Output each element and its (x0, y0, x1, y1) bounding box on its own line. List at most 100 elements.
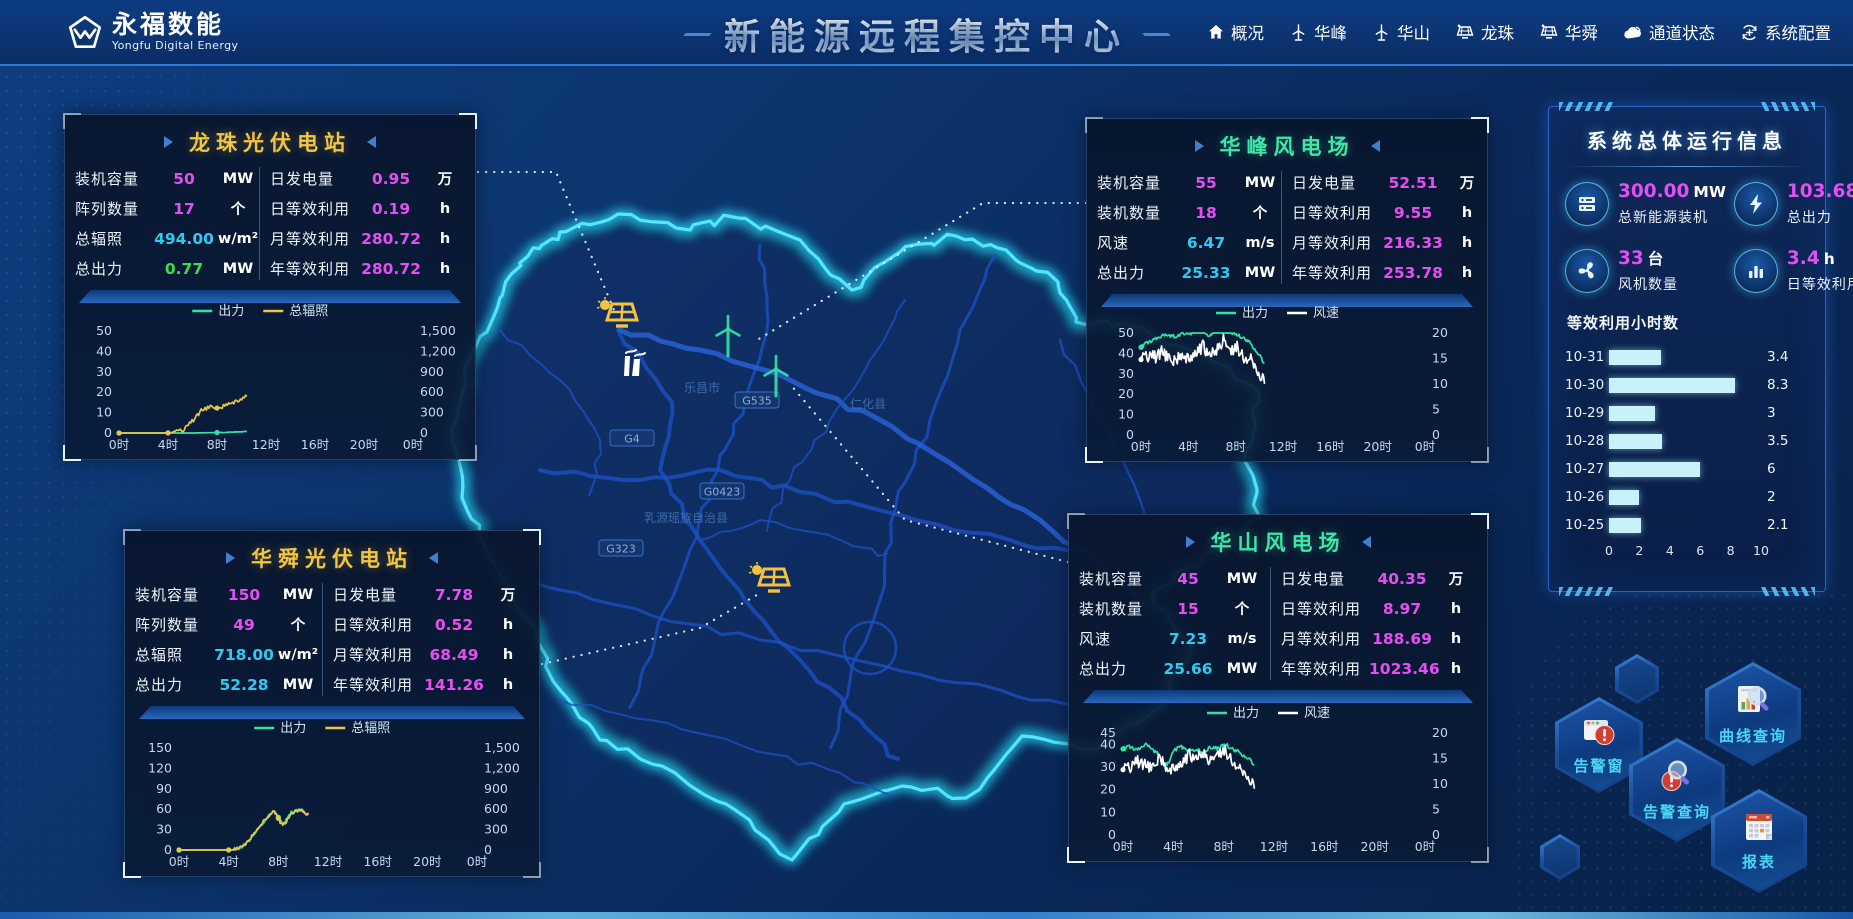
svg-text:20时: 20时 (1363, 439, 1392, 454)
stat-label: 月等效利用 (1281, 628, 1369, 649)
line-chart: 45403020100201510500时4时8时12时16时20时0时出力风速 (1079, 703, 1477, 855)
stat-row-装机数量: 装机数量15个 (1079, 597, 1270, 620)
stats-column: 装机容量45MW装机数量15个风速7.23m/s总出力25.66MW (1079, 567, 1270, 680)
system-stat-风机数量: 33台风机数量 (1565, 247, 1726, 294)
bar-category: 10-31 (1565, 349, 1609, 365)
stat-label: 年等效利用 (1292, 262, 1380, 283)
stat-unit: MW (277, 587, 319, 603)
hex-button-inner: 曲线查询 (1709, 666, 1798, 763)
hours-chart-title: 等效利用小时数 (1567, 312, 1809, 333)
stat-value: 8.97 (1369, 600, 1435, 618)
stat-label: 装机数量 (1097, 202, 1173, 223)
stat-unit: MW (277, 677, 319, 693)
nav-item-longzhu[interactable]: 龙珠 (1456, 20, 1514, 44)
stat-label: 阵列数量 (75, 198, 151, 219)
stat-unit: m/s (1221, 631, 1263, 647)
total-output-icon (1734, 182, 1778, 226)
stat-unit: 万 (424, 168, 466, 189)
title-arrow-left-icon (226, 552, 235, 564)
bar-value: 3.4 (1767, 349, 1788, 365)
stat-row-月等效利用: 月等效利用188.69h (1281, 627, 1477, 650)
svg-text:20: 20 (96, 384, 112, 399)
station-panel-huashan: 华山风电场装机容量45MW装机数量15个风速7.23m/s总出力25.66MW日… (1068, 514, 1488, 862)
hex-button-label: 告警窗 (1573, 755, 1624, 776)
bar-track (1609, 462, 1761, 477)
stat-row-总出力: 总出力25.66MW (1079, 657, 1270, 680)
svg-text:8时: 8时 (268, 854, 289, 869)
stat-row-总辐照: 总辐照718.00w/m² (135, 643, 322, 666)
stat-row-日等效利用: 日等效利用0.19h (270, 197, 466, 220)
stat-row-日等效利用: 日等效利用8.97h (1281, 597, 1477, 620)
station-chart-huashun: 15012090603001,5001,20090060030000时4时8时1… (135, 718, 529, 870)
line-chart: 15012090603001,5001,20090060030000时4时8时1… (135, 718, 529, 870)
title-arrow-left-icon (164, 136, 173, 148)
stats-column: 装机容量50MW阵列数量17个总辐照494.00w/m²总出力0.77MW (75, 167, 259, 280)
stat-value: 9.55 (1380, 204, 1446, 222)
nav-item-channel-status[interactable]: 通道状态 (1624, 20, 1715, 44)
svg-text:90: 90 (156, 781, 172, 796)
stat-row-月等效利用: 月等效利用68.49h (333, 643, 529, 666)
nav-item-huashan[interactable]: 华山 (1373, 20, 1430, 44)
map-marker-wind-turbine (708, 314, 748, 364)
stat-unit: MW (1221, 661, 1263, 677)
svg-text:4时: 4时 (158, 437, 179, 452)
stats-column: 日发电量0.95万日等效利用0.19h月等效利用280.72h年等效利用280.… (259, 167, 466, 280)
stat-unit: h (1446, 235, 1488, 251)
stat-row-风速: 风速6.47m/s (1097, 231, 1281, 254)
title-arrow-left-icon (1195, 140, 1204, 152)
svg-text:8时: 8时 (1213, 839, 1234, 854)
svg-text:乳源瑶族自治县: 乳源瑶族自治县 (644, 511, 728, 525)
svg-text:30: 30 (156, 822, 172, 837)
svg-text:0时: 0时 (467, 854, 488, 869)
nav-item-label: 系统配置 (1765, 20, 1831, 44)
svg-text:总辐照: 总辐照 (351, 721, 390, 736)
stat-value: 0.77 (151, 260, 217, 278)
svg-text:30: 30 (1118, 366, 1134, 381)
svg-text:15: 15 (1432, 351, 1448, 366)
decor-hexagon-inner (1544, 838, 1577, 877)
stat-row-阵列数量: 阵列数量49个 (135, 613, 322, 636)
stat-row-总出力: 总出力25.33MW (1097, 261, 1281, 284)
stat-value: 1023.46 (1369, 660, 1435, 678)
station-title: 龙珠光伏电站 (189, 127, 351, 157)
stat-value: 141.26 (421, 676, 487, 694)
nav-item-system-config[interactable]: 系统配置 (1741, 20, 1831, 44)
svg-text:16时: 16时 (1310, 839, 1339, 854)
stat-value: 15 (1155, 600, 1221, 618)
svg-text:0时: 0时 (1131, 439, 1152, 454)
bar-x-axis: 0246810 (1609, 543, 1761, 561)
svg-text:0时: 0时 (1415, 839, 1436, 854)
system-stat-value: 103.68 (1787, 181, 1853, 202)
bar-track (1609, 378, 1761, 393)
bar-x-tick: 0 (1605, 543, 1613, 558)
stat-row-年等效利用: 年等效利用141.26h (333, 673, 529, 696)
system-stat-value-line: 103.68MW (1787, 181, 1853, 202)
svg-text:8时: 8时 (1225, 439, 1246, 454)
nav-item-label: 华舜 (1565, 20, 1598, 44)
report-icon (1743, 811, 1775, 847)
svg-text:12时: 12时 (1269, 439, 1298, 454)
stat-row-日发电量: 日发电量0.95万 (270, 167, 466, 190)
equivalent-hours-bar-chart: 10-313.410-308.310-29310-283.510-27610-2… (1565, 343, 1809, 561)
map-marker-solar-station (748, 561, 794, 605)
svg-text:12时: 12时 (1260, 839, 1289, 854)
title-decoration-left (683, 33, 712, 36)
nav-item-huashun[interactable]: 华舜 (1540, 20, 1598, 44)
wind-turbine-icon (1290, 24, 1307, 41)
svg-text:40: 40 (1100, 736, 1116, 751)
nav-item-overview[interactable]: 概况 (1208, 20, 1264, 44)
station-stats: 装机容量50MW阵列数量17个总辐照494.00w/m²总出力0.77MW 日发电… (75, 167, 465, 280)
stat-label: 总出力 (135, 674, 211, 695)
stat-label: 日发电量 (270, 168, 358, 189)
stat-unit: h (424, 261, 466, 277)
bar-category: 10-30 (1565, 377, 1609, 393)
nav-item-huafeng[interactable]: 华峰 (1290, 20, 1347, 44)
stat-row-日等效利用: 日等效利用0.52h (333, 613, 529, 636)
stat-row-阵列数量: 阵列数量17个 (75, 197, 259, 220)
svg-text:4时: 4时 (1163, 839, 1184, 854)
stat-value: 253.78 (1380, 264, 1446, 282)
stat-label: 日等效利用 (1292, 202, 1380, 223)
svg-text:0时: 0时 (403, 437, 424, 452)
svg-text:12时: 12时 (252, 437, 281, 452)
stat-value: 216.33 (1380, 234, 1446, 252)
